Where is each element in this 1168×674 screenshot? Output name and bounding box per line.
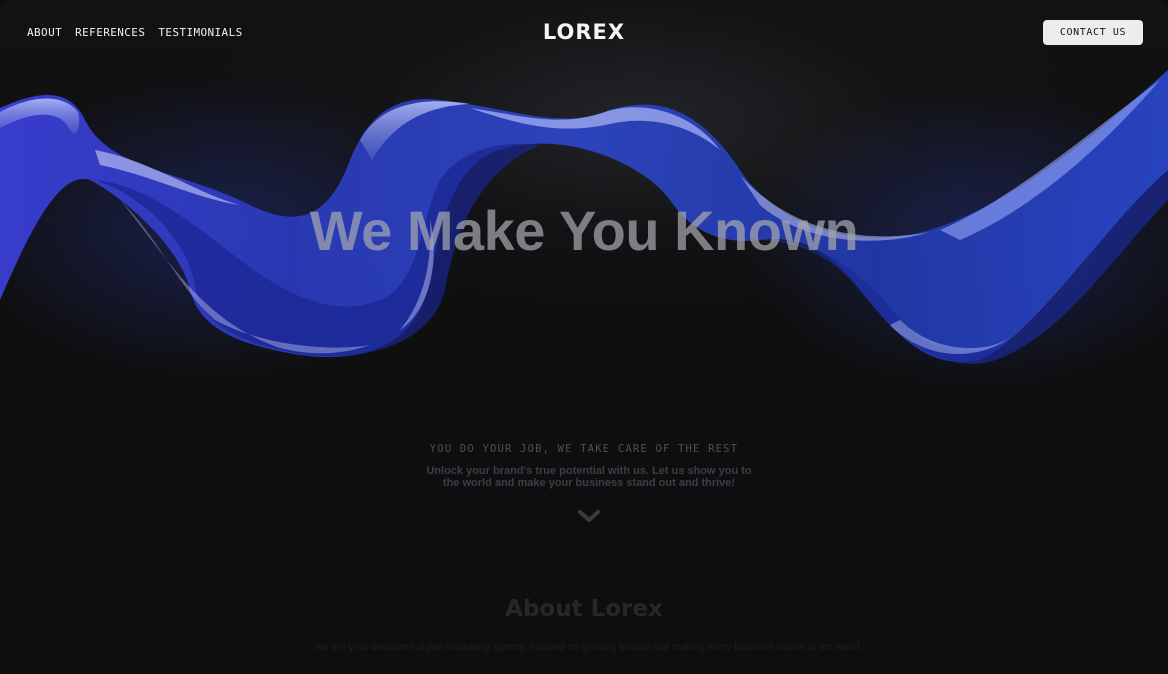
- hero-title: We Make You Known: [309, 199, 859, 262]
- about-section-title: About Lorex: [505, 596, 663, 622]
- landing-page: ABOUT REFERENCES TESTIMONIALS LOREX CONT…: [0, 0, 1168, 674]
- chevron-down-icon[interactable]: [577, 508, 601, 524]
- hero-subtitle: Unlock your brand's true potential with …: [426, 465, 752, 489]
- hero-tagline: YOU DO YOUR JOB, WE TAKE CARE OF THE RES…: [429, 443, 739, 455]
- about-section-text: We are your dedicated digital marketing …: [313, 642, 863, 653]
- contact-us-button[interactable]: CONTACT US: [1043, 20, 1143, 45]
- brand-logo[interactable]: LOREX: [0, 20, 1168, 44]
- glass-ribbon-artwork: [0, 70, 1168, 390]
